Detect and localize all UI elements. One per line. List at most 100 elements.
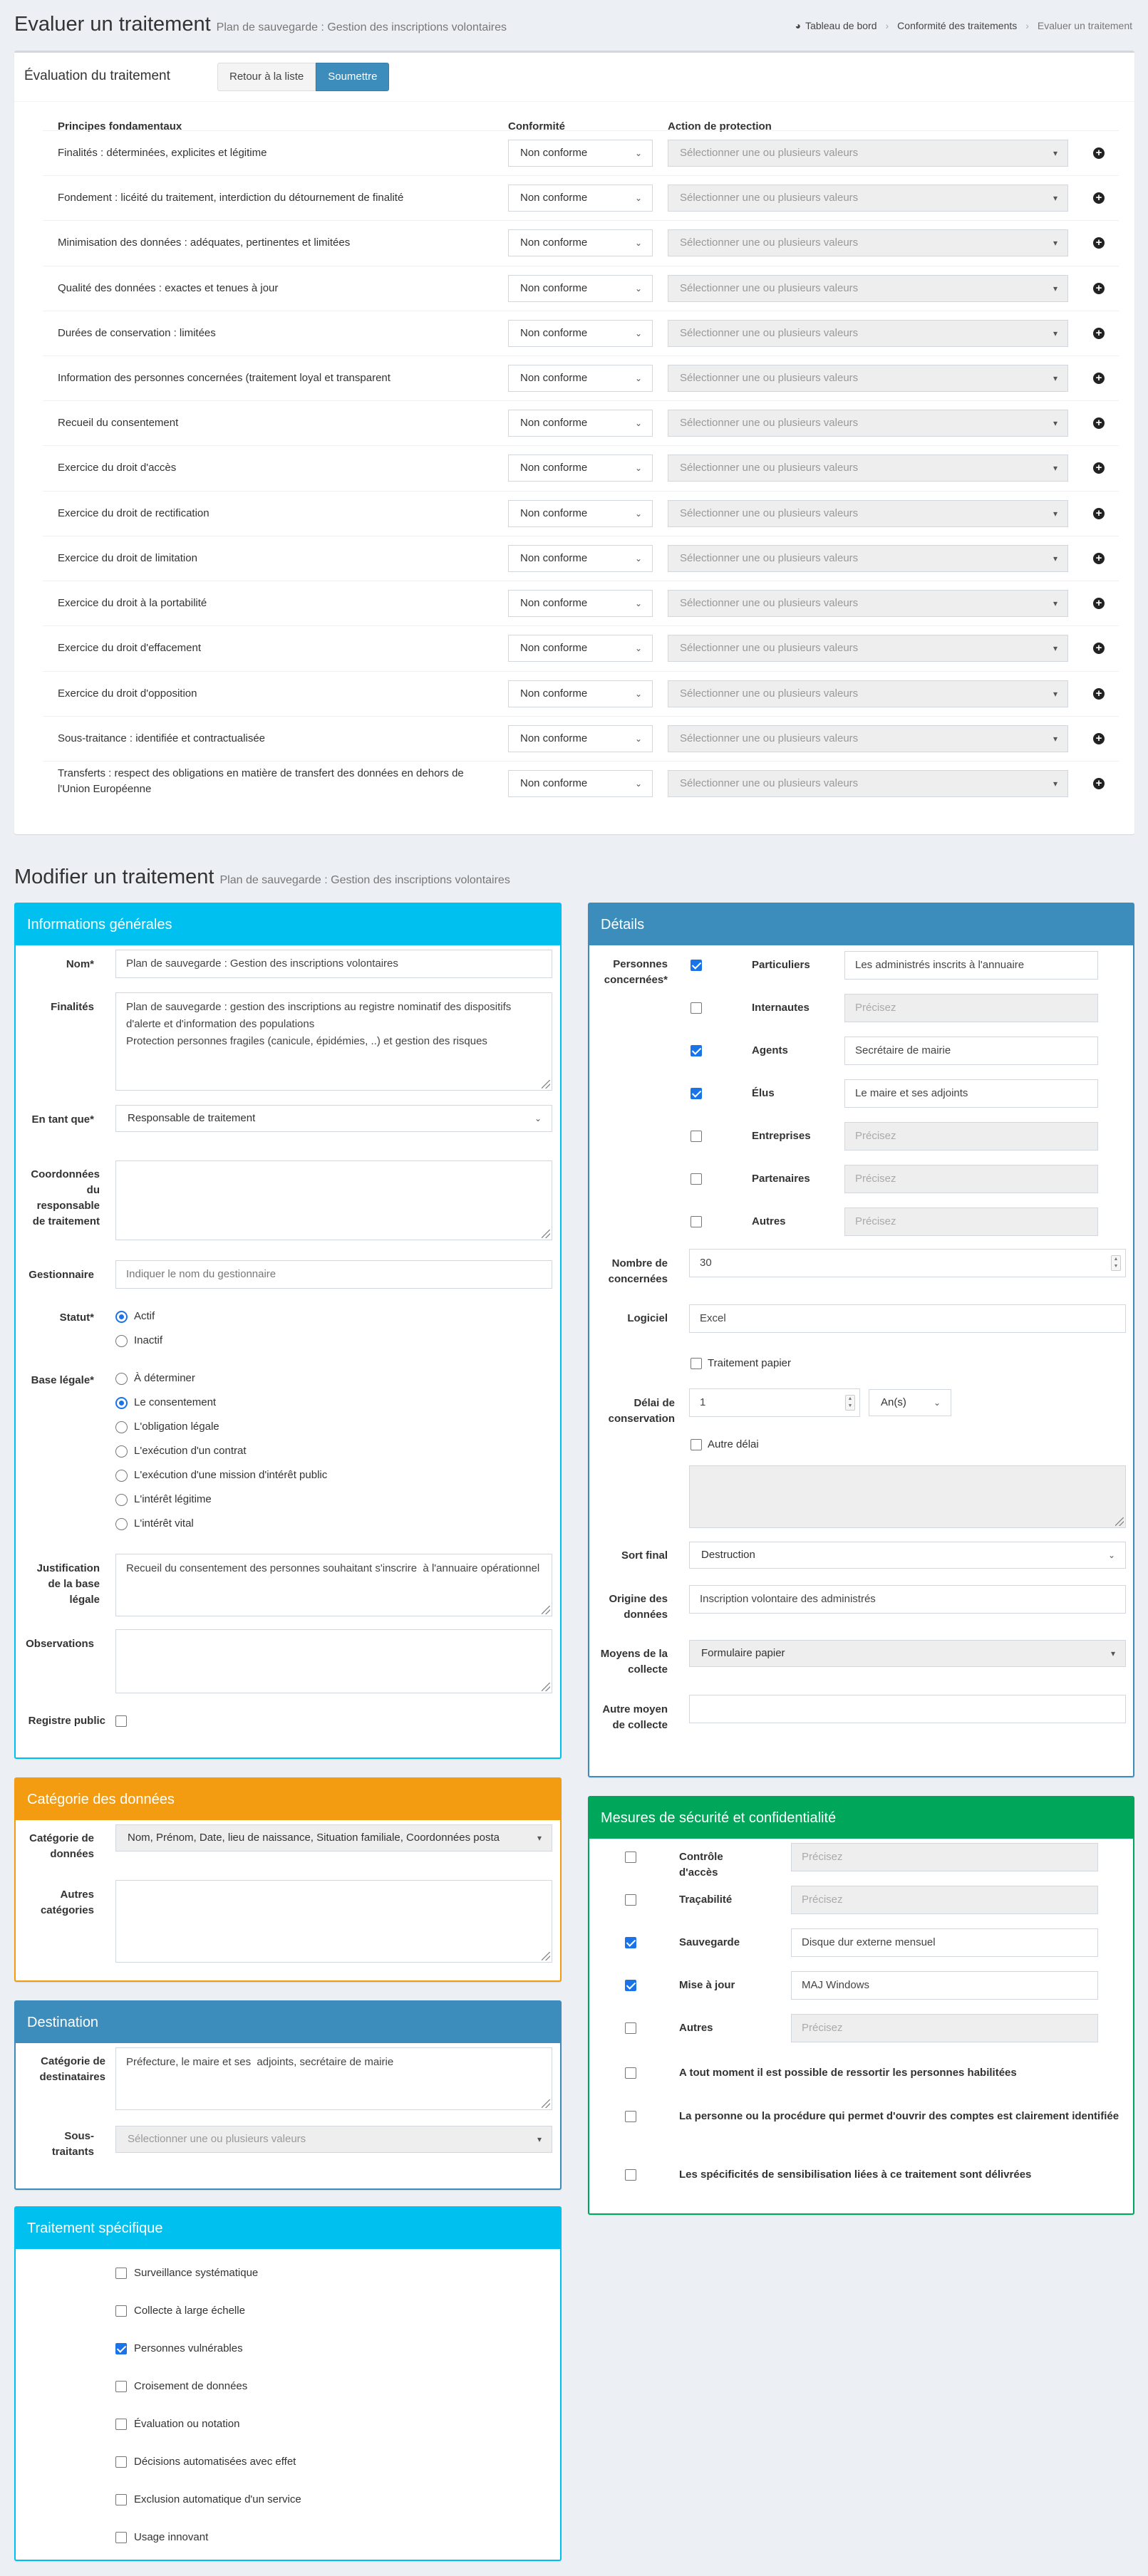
security-measure-checkbox[interactable] (625, 1980, 636, 1991)
paper-treatment-checkbox[interactable] (691, 1358, 702, 1369)
conformity-select[interactable]: Non conforme ⌄ (508, 545, 653, 572)
protection-action-select[interactable]: Sélectionner une ou plusieurs valeurs ▾ (668, 320, 1068, 347)
protection-action-select[interactable]: Sélectionner une ou plusieurs valeurs ▾ (668, 590, 1068, 617)
statut-radio[interactable] (115, 1335, 128, 1347)
conformity-select[interactable]: Non conforme ⌄ (508, 185, 653, 212)
protection-action-select[interactable]: Sélectionner une ou plusieurs valeurs ▾ (668, 185, 1068, 212)
base-legale-radio[interactable] (115, 1397, 128, 1409)
specific-treatment-checkbox[interactable] (115, 2305, 127, 2317)
resize-handle-icon[interactable] (542, 1683, 550, 1691)
data-category-select[interactable]: Nom, Prénom, Date, lieu de naissance, Si… (115, 1824, 552, 1852)
person-type-checkbox[interactable] (691, 1002, 702, 1014)
number-spinner-icon[interactable]: ▲ ▼ (1111, 1255, 1121, 1271)
person-type-checkbox[interactable] (691, 1173, 702, 1185)
other-retention-textarea[interactable] (689, 1465, 1126, 1528)
person-type-checkbox[interactable] (691, 1216, 702, 1227)
retention-input[interactable]: 1 ▲ ▼ (689, 1388, 860, 1417)
security-measure-checkbox[interactable] (625, 1937, 636, 1948)
conformity-select[interactable]: Non conforme ⌄ (508, 725, 653, 752)
person-type-checkbox[interactable] (691, 1088, 702, 1099)
finalites-textarea[interactable]: Plan de sauvegarde : gestion des inscrip… (115, 992, 552, 1091)
breadcrumb-dashboard[interactable]: Tableau de bord (805, 20, 876, 31)
submit-button[interactable]: Soumettre (316, 63, 390, 91)
specific-treatment-checkbox[interactable] (115, 2419, 127, 2430)
person-type-input[interactable]: Les administrés inscrits à l'annuaire (844, 951, 1098, 980)
add-action-icon[interactable]: + (1093, 688, 1105, 700)
base-legale-radio[interactable] (115, 1421, 128, 1433)
person-type-input[interactable]: Précisez (844, 1208, 1098, 1236)
resize-handle-icon[interactable] (542, 1952, 550, 1960)
security-measure-input[interactable]: MAJ Windows (791, 1971, 1098, 2000)
protection-action-select[interactable]: Sélectionner une ou plusieurs valeurs ▾ (668, 455, 1068, 482)
specific-treatment-checkbox[interactable] (115, 2532, 127, 2543)
security-measure-checkbox[interactable] (625, 1852, 636, 1863)
registre-checkbox[interactable] (115, 1715, 127, 1727)
add-action-icon[interactable]: + (1093, 508, 1105, 519)
protection-action-select[interactable]: Sélectionner une ou plusieurs valeurs ▾ (668, 140, 1068, 167)
add-action-icon[interactable]: + (1093, 598, 1105, 609)
specific-treatment-checkbox[interactable] (115, 2268, 127, 2279)
security-measure-input[interactable]: Précisez (791, 1886, 1098, 1914)
resize-handle-icon[interactable] (542, 1606, 550, 1614)
protection-action-select[interactable]: Sélectionner une ou plusieurs valeurs ▾ (668, 545, 1068, 572)
add-action-icon[interactable]: + (1093, 643, 1105, 654)
protection-action-select[interactable]: Sélectionner une ou plusieurs valeurs ▾ (668, 500, 1068, 527)
nom-input[interactable]: Plan de sauvegarde : Gestion des inscrip… (115, 950, 552, 978)
protection-action-select[interactable]: Sélectionner une ou plusieurs valeurs ▾ (668, 635, 1068, 662)
base-legale-radio[interactable] (115, 1373, 128, 1385)
protection-action-select[interactable]: Sélectionner une ou plusieurs valeurs ▾ (668, 725, 1068, 752)
gestionnaire-input[interactable]: Indiquer le nom du gestionnaire (115, 1260, 552, 1289)
add-action-icon[interactable]: + (1093, 147, 1105, 159)
security-measure-checkbox[interactable] (625, 1894, 636, 1906)
add-action-icon[interactable]: + (1093, 553, 1105, 564)
add-action-icon[interactable]: + (1093, 373, 1105, 384)
person-type-checkbox[interactable] (691, 1131, 702, 1142)
person-type-input[interactable]: Précisez (844, 994, 1098, 1022)
add-action-icon[interactable]: + (1093, 283, 1105, 294)
specific-treatment-checkbox[interactable] (115, 2381, 127, 2392)
conformity-select[interactable]: Non conforme ⌄ (508, 140, 653, 167)
conformity-select[interactable]: Non conforme ⌄ (508, 275, 653, 302)
entantque-select[interactable]: Responsable de traitement ⌄ (115, 1105, 552, 1132)
person-type-input[interactable]: Le maire et ses adjoints (844, 1079, 1098, 1108)
specific-treatment-checkbox[interactable] (115, 2494, 127, 2505)
person-type-input[interactable]: Précisez (844, 1165, 1098, 1193)
statut-radio[interactable] (115, 1311, 128, 1323)
conformity-select[interactable]: Non conforme ⌄ (508, 410, 653, 437)
specific-treatment-checkbox[interactable] (115, 2343, 127, 2354)
conformity-select[interactable]: Non conforme ⌄ (508, 500, 653, 527)
other-retention-checkbox[interactable] (691, 1439, 702, 1450)
add-action-icon[interactable]: + (1093, 733, 1105, 744)
add-action-icon[interactable]: + (1093, 237, 1105, 249)
protection-action-select[interactable]: Sélectionner une ou plusieurs valeurs ▾ (668, 229, 1068, 256)
security-measure-checkbox[interactable] (625, 2022, 636, 2034)
security-statement-checkbox[interactable] (625, 2111, 636, 2122)
resize-handle-icon[interactable] (542, 1080, 550, 1089)
add-action-icon[interactable]: + (1093, 192, 1105, 204)
breadcrumb-conformity[interactable]: Conformité des traitements (897, 20, 1017, 31)
conformity-select[interactable]: Non conforme ⌄ (508, 770, 653, 797)
security-measure-input[interactable]: Précisez (791, 1843, 1098, 1871)
conformity-select[interactable]: Non conforme ⌄ (508, 320, 653, 347)
resize-handle-icon[interactable] (542, 2099, 550, 2108)
add-action-icon[interactable]: + (1093, 462, 1105, 474)
specific-treatment-checkbox[interactable] (115, 2456, 127, 2468)
security-statement-checkbox[interactable] (625, 2169, 636, 2181)
collection-means-select[interactable]: Formulaire papier ▾ (689, 1640, 1126, 1667)
person-type-input[interactable]: Secrétaire de mairie (844, 1037, 1098, 1065)
number-spinner-icon[interactable]: ▲ ▼ (845, 1395, 855, 1411)
resize-handle-icon[interactable] (542, 1230, 550, 1238)
add-action-icon[interactable]: + (1093, 328, 1105, 339)
data-origin-input[interactable]: Inscription volontaire des administrés (689, 1585, 1126, 1614)
add-action-icon[interactable]: + (1093, 778, 1105, 789)
final-fate-select[interactable]: Destruction ⌄ (689, 1542, 1126, 1569)
person-type-input[interactable]: Précisez (844, 1122, 1098, 1151)
protection-action-select[interactable]: Sélectionner une ou plusieurs valeurs ▾ (668, 275, 1068, 302)
security-measure-input[interactable]: Précisez (791, 2014, 1098, 2042)
nombre-input[interactable]: 30 ▲ ▼ (689, 1249, 1126, 1277)
protection-action-select[interactable]: Sélectionner une ou plusieurs valeurs ▾ (668, 680, 1068, 707)
security-statement-checkbox[interactable] (625, 2067, 636, 2079)
other-means-input[interactable] (689, 1695, 1126, 1723)
add-action-icon[interactable]: + (1093, 417, 1105, 429)
person-type-checkbox[interactable] (691, 960, 702, 971)
